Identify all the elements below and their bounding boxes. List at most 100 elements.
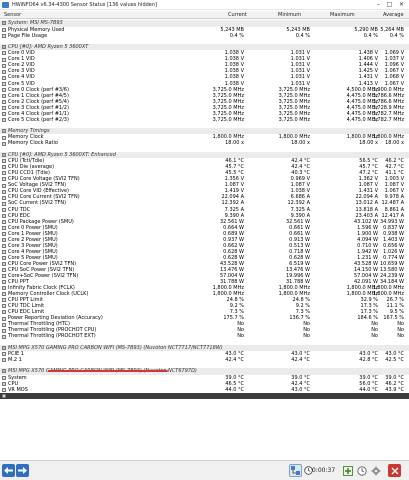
group-icon [2, 21, 6, 26]
sensor-icon [2, 388, 6, 393]
sensor-icon [2, 189, 6, 194]
col-sensor[interactable]: Sensor [4, 12, 21, 18]
sensor-icon [2, 376, 6, 380]
group-label: CPU [#0]: AMD Ryzen 5 3600XT: Enhanced [8, 151, 116, 158]
annotation-underline [48, 370, 168, 372]
title-bar: HWiNFO64 v6.34-4300 Sensor Status [136 v… [0, 0, 409, 10]
sensor-icon [2, 63, 6, 68]
sensor-icon [2, 111, 6, 116]
sensor-icon [2, 382, 6, 387]
sensor-icon [2, 292, 6, 297]
sensor-icon [2, 75, 6, 80]
group-label: MSI MPG X570 GAMING PRO CARBON WIFI (MS-… [8, 344, 223, 351]
sensor-icon [2, 250, 6, 255]
elapsed-timer: 0:00:37 [312, 467, 336, 474]
sensor-icon [2, 195, 6, 200]
minimize-button[interactable]: – [373, 0, 384, 10]
sensor-icon [2, 298, 6, 303]
sensor-icon [2, 237, 6, 242]
partial-row[interactable] [0, 392, 409, 399]
maximize-icon: □ [386, 1, 393, 8]
nav-left-button[interactable] [2, 464, 15, 477]
add-counter-icon [342, 465, 353, 476]
group-icon [2, 369, 6, 374]
network-icon [291, 466, 300, 475]
sensor-icon [2, 201, 6, 206]
group-icon [2, 129, 6, 134]
reset-button[interactable] [355, 464, 368, 477]
window-title: HWiNFO64 v6.34-4300 Sensor Status [136 v… [12, 2, 157, 8]
sensor-icon [2, 304, 6, 309]
sensor-icon [2, 219, 6, 224]
sensor-icon [2, 213, 6, 218]
close-sensors-icon [391, 467, 398, 474]
sensor-icon [2, 316, 6, 321]
sensor-icon [2, 93, 6, 98]
group-icon [2, 345, 6, 350]
sensor-icon [2, 394, 6, 399]
sensor-group-header[interactable]: System: MSI MS-7B93 [0, 20, 409, 27]
sensor-icon [2, 69, 6, 74]
sensor-icon [2, 231, 6, 236]
reset-icon [356, 465, 367, 476]
col-maximum[interactable]: Maximum [330, 12, 355, 18]
sensor-icon [2, 256, 6, 261]
sensor-icon [2, 81, 6, 86]
sensor-icon [2, 280, 6, 285]
sensor-icon [2, 105, 6, 110]
sensor-icon [2, 207, 6, 212]
maximize-button[interactable]: □ [384, 0, 395, 10]
col-current[interactable]: Current [228, 12, 247, 18]
group-icon [2, 44, 6, 49]
sensor-icon [2, 159, 6, 164]
sensor-icon [2, 328, 6, 333]
minimize-icon: – [377, 1, 380, 8]
group-label: Memory Timings [8, 127, 50, 134]
close-sensors-button[interactable] [388, 464, 401, 477]
sensor-group-header[interactable]: CPU [#0]: AMD Ryzen 5 3600XT [0, 43, 409, 51]
sensor-icon [2, 262, 6, 267]
sensor-icon [2, 27, 6, 32]
sensor-icon [2, 57, 6, 62]
sensor-icon [2, 243, 6, 248]
group-label: System: MSI MS-7B93 [8, 20, 63, 26]
sensor-icon [2, 268, 6, 273]
nav-right-button[interactable] [16, 464, 29, 477]
add-counter-button[interactable] [341, 464, 354, 477]
group-label: CPU [#0]: AMD Ryzen 5 3600XT [8, 43, 89, 50]
sensor-icon [2, 286, 6, 291]
sensor-icon [2, 177, 6, 182]
sensor-icon [2, 274, 6, 279]
sensor-icon [2, 99, 6, 104]
column-header: Sensor Current Minimum Maximum Average [0, 11, 409, 19]
close-button[interactable]: ✕ [396, 0, 407, 10]
sensor-icon [2, 352, 6, 357]
sensor-icon [2, 358, 6, 363]
sensor-icon [2, 322, 6, 327]
sensor-group-header[interactable]: CPU [#0]: AMD Ryzen 5 3600XT: Enhanced [0, 151, 409, 159]
sensor-icon [2, 51, 6, 56]
sensor-list[interactable]: System: MSI MS-7B93 Physical Memory Used 5… [0, 20, 409, 460]
col-minimum[interactable]: Minimum [278, 12, 301, 18]
sensor-icon [2, 135, 6, 140]
sensor-icon [2, 225, 6, 230]
sensor-icon [2, 171, 6, 176]
col-average[interactable]: Average [383, 12, 404, 18]
nav-left-icon [4, 467, 13, 474]
sensor-group-header[interactable]: Memory Timings [0, 127, 409, 135]
settings-button[interactable] [369, 464, 382, 477]
sensor-icon [2, 87, 6, 92]
sensor-icon [2, 141, 6, 146]
sensor-icon [2, 334, 6, 339]
status-bar: 0:00:37 [0, 460, 409, 480]
sensor-icon [2, 33, 6, 38]
sensor-group-header[interactable]: MSI MPG X570 GAMING PRO CARBON WIFI (MS-… [0, 344, 409, 352]
sensor-icon [2, 165, 6, 170]
network-button[interactable] [289, 464, 302, 477]
sensor-icon [2, 183, 6, 188]
settings-icon [371, 466, 380, 475]
app-icon [2, 2, 9, 8]
sensor-icon [2, 310, 6, 315]
close-icon: ✕ [398, 1, 405, 8]
group-icon [2, 152, 6, 157]
